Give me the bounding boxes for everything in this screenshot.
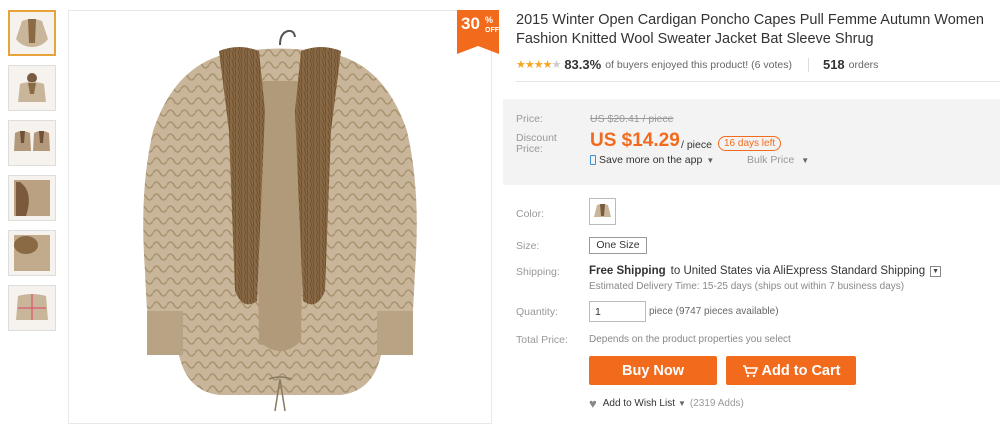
shipping-destination: to United States via AliExpress Standard… bbox=[670, 265, 926, 277]
add-to-cart-button[interactable]: Add to Cart bbox=[726, 356, 856, 385]
discount-badge: 30 % OFF bbox=[457, 10, 499, 54]
sweater-image bbox=[143, 29, 417, 412]
shipping-info: Free Shipping to United States via AliEx… bbox=[589, 265, 942, 277]
price-label: Price: bbox=[516, 113, 543, 125]
model-thumb-icon bbox=[18, 73, 46, 102]
chevron-down-icon: ▼ bbox=[706, 155, 715, 165]
size-chart-thumb-icon bbox=[16, 294, 48, 320]
app-save-label: Save more on the app bbox=[599, 154, 703, 166]
quantity-input[interactable] bbox=[589, 301, 646, 322]
buy-now-button[interactable]: Buy Now bbox=[589, 356, 717, 385]
total-price-note: Depends on the product properties you se… bbox=[589, 334, 791, 345]
delivery-estimate: Estimated Delivery Time: 15-25 days (shi… bbox=[589, 281, 905, 292]
current-price: US $14.29 bbox=[590, 130, 680, 151]
product-title-line1: 2015 Winter Open Cardigan Poncho Capes P… bbox=[516, 12, 985, 28]
color-swatch[interactable] bbox=[589, 198, 616, 225]
product-title-line2: Fashion Knitted Wool Sweater Jacket Bat … bbox=[516, 31, 874, 47]
collar-detail-thumb-icon bbox=[14, 235, 50, 271]
heart-icon: ♥ bbox=[589, 396, 597, 411]
thumbnail-5[interactable] bbox=[8, 230, 56, 276]
phone-icon bbox=[590, 155, 596, 165]
product-title: 2015 Winter Open Cardigan Poncho Capes P… bbox=[516, 11, 1000, 49]
thumbnail-2[interactable] bbox=[8, 65, 56, 111]
fur-detail-thumb-icon bbox=[14, 180, 50, 216]
original-price: US $20.41 / piece bbox=[590, 113, 674, 125]
wish-list-count: (2319 Adds) bbox=[689, 398, 744, 409]
rating-percent: 83.3% bbox=[564, 57, 602, 72]
free-shipping-label: Free Shipping bbox=[589, 265, 666, 277]
days-left-badge: 16 days left bbox=[718, 136, 782, 151]
two-views-thumb-icon bbox=[14, 131, 50, 151]
cart-icon bbox=[742, 364, 758, 377]
star-rating-icon: ★★★★★ bbox=[516, 59, 561, 71]
quantity-label: Quantity: bbox=[516, 306, 559, 318]
main-product-image[interactable] bbox=[68, 10, 492, 424]
bulk-price-dropdown[interactable]: Bulk Price ▼ bbox=[747, 154, 809, 166]
wish-list-label: Add to Wish List bbox=[602, 398, 675, 409]
orders-count: 518 bbox=[822, 57, 845, 72]
price-box: Price: US $20.41 / piece Discount Price:… bbox=[503, 99, 1000, 185]
sweater-swatch-icon bbox=[594, 204, 611, 217]
product-info: 2015 Winter Open Cardigan Poncho Capes P… bbox=[503, 0, 1000, 424]
orders-label: orders bbox=[848, 58, 879, 71]
total-price-label: Total Price: bbox=[516, 334, 568, 346]
per-piece-label: / piece bbox=[681, 139, 712, 151]
thumbnail-3[interactable] bbox=[8, 120, 56, 166]
rating-row: ★★★★★ 83.3% of buyers enjoyed this produ… bbox=[516, 57, 878, 72]
shipping-dropdown-icon[interactable]: ▼ bbox=[930, 265, 942, 277]
size-label: Size: bbox=[516, 240, 540, 252]
color-label: Color: bbox=[516, 208, 545, 220]
thumbnail-4[interactable] bbox=[8, 175, 56, 221]
rating-text: of buyers enjoyed this product! (6 votes… bbox=[605, 58, 792, 71]
thumbnail-1[interactable] bbox=[8, 10, 56, 56]
thumbnail-6[interactable] bbox=[8, 285, 56, 331]
sweater-thumb-icon bbox=[16, 19, 48, 47]
size-option[interactable]: One Size bbox=[589, 237, 647, 254]
thumbnail-list bbox=[8, 10, 58, 340]
discount-price-label: Discount Price: bbox=[516, 132, 557, 155]
divider-line bbox=[516, 81, 1000, 82]
bulk-price-label: Bulk Price bbox=[747, 154, 795, 166]
add-to-cart-label: Add to Cart bbox=[761, 362, 841, 379]
divider bbox=[807, 57, 809, 72]
chevron-down-icon: ▼ bbox=[677, 399, 686, 408]
discount-off-label: OFF bbox=[485, 27, 499, 34]
app-save-link[interactable]: Save more on the app ▼ bbox=[590, 154, 714, 166]
discount-percent-sign: % bbox=[485, 15, 494, 25]
discount-percent: 30 bbox=[461, 14, 480, 33]
wish-list-link[interactable]: ♥ Add to Wish List ▼ (2319 Adds) bbox=[589, 396, 744, 411]
quantity-note: piece (9747 pieces available) bbox=[649, 306, 779, 317]
shipping-label: Shipping: bbox=[516, 266, 560, 278]
chevron-down-icon: ▼ bbox=[801, 156, 810, 165]
